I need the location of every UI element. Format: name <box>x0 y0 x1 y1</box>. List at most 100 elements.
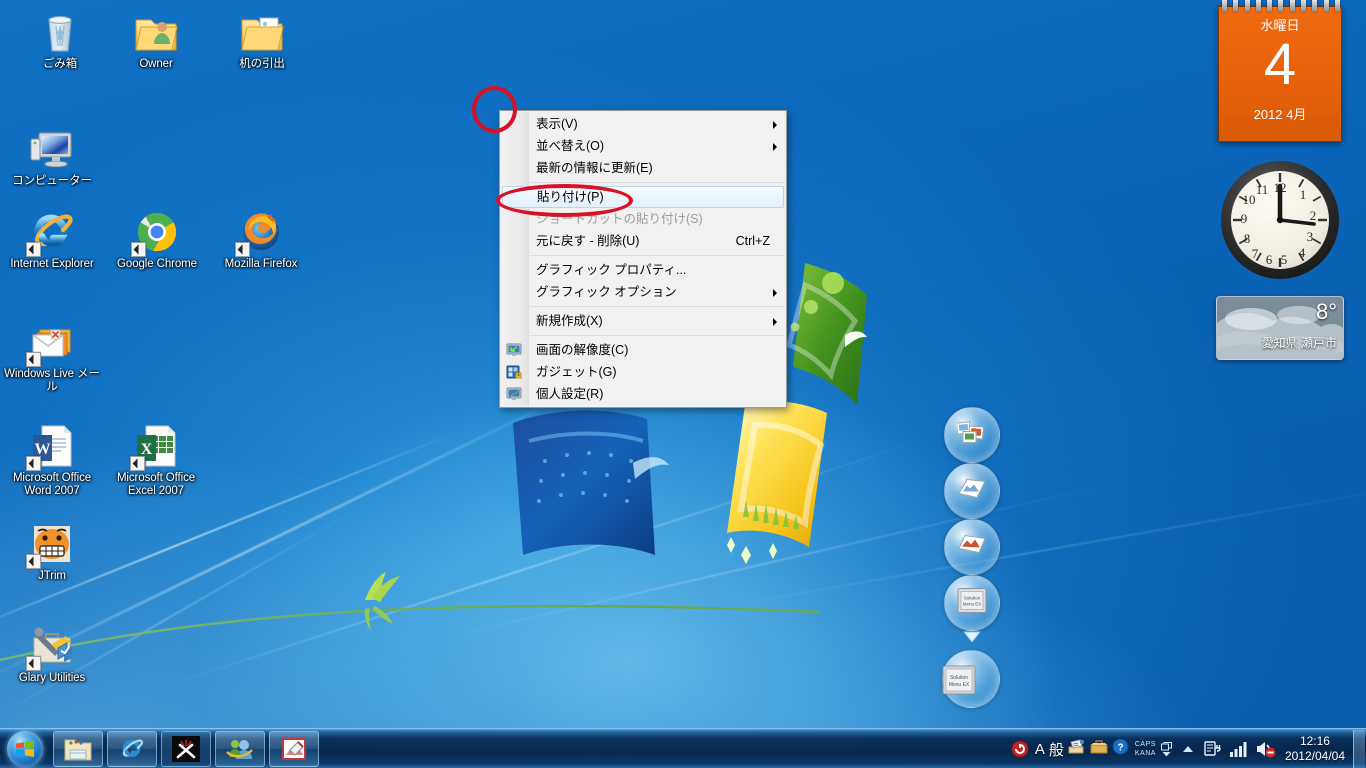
tray-volume-muted-icon[interactable] <box>1255 740 1276 758</box>
clock-time: 12:16 <box>1299 734 1330 748</box>
ime-pad-icon[interactable] <box>1068 738 1086 760</box>
svg-text:11: 11 <box>1256 182 1269 197</box>
ime-indicator[interactable]: A 般 ? CAPS KANA <box>1035 738 1172 760</box>
menu-item-undo-delete[interactable]: 元に戻す - 削除(U) Ctrl+Z <box>500 230 786 252</box>
glary-icon <box>26 622 76 671</box>
tray-network-icon[interactable] <box>1229 740 1249 758</box>
desktop-icon-glary-utilities[interactable]: Glary Utilities <box>0 622 104 685</box>
menu-item-new[interactable]: 新規作成(X) <box>500 310 786 332</box>
svg-text:7: 7 <box>1252 246 1259 261</box>
desktop-icon-computer[interactable]: コンピューター <box>0 125 104 188</box>
dock-item-solution-menu-ex[interactable]: Solution Menu EX <box>944 575 1000 631</box>
taskbar-button-explorer[interactable] <box>53 730 103 767</box>
desktop-icon-label: Internet Explorer <box>10 258 94 270</box>
folder-pictures-icon <box>238 8 286 56</box>
svg-text:2: 2 <box>1310 208 1317 223</box>
ie-icon <box>26 208 76 257</box>
desktop-icon-label: コンピューター <box>12 175 92 187</box>
dock-item-photo-print[interactable] <box>944 407 1000 463</box>
desktop-icon-label: Mozilla Firefox <box>224 258 298 270</box>
desktop-icon-word-2007[interactable]: W Microsoft Office Word 2007 <box>0 422 104 498</box>
menu-item-label: 個人設定(R) <box>536 387 604 401</box>
taskbar-button-ie[interactable] <box>107 730 157 767</box>
taskbar-button-messenger[interactable] <box>215 730 265 767</box>
svg-text:Menu EX: Menu EX <box>949 682 970 688</box>
menu-item-label: 表示(V) <box>536 117 578 131</box>
start-button[interactable] <box>1 730 49 768</box>
shortcut-overlay-icon <box>131 242 146 257</box>
menu-separator <box>530 255 784 256</box>
folder-user-icon <box>132 8 180 56</box>
menu-item-label: グラフィック プロパティ... <box>536 263 687 277</box>
dock-launcher-solution-menu-ex-icon[interactable]: Solution Menu EX <box>942 665 976 700</box>
ime-options[interactable] <box>1160 741 1172 757</box>
menu-item-shortcut: Ctrl+Z <box>735 234 770 248</box>
menu-item-screen-resolution[interactable]: 画面の解像度(C) <box>500 339 786 361</box>
windows-logo-icon <box>7 730 43 767</box>
calendar-month: 2012 4月 <box>1253 107 1307 122</box>
svg-text:Menu EX: Menu EX <box>963 602 982 607</box>
mail-icon <box>26 318 76 367</box>
desktop-icon-windows-live-mail[interactable]: Windows Live メール <box>0 318 104 394</box>
menu-separator <box>530 306 784 307</box>
menu-item-label: 元に戻す - 削除(U) <box>536 234 640 248</box>
image-edit-icon <box>282 737 306 760</box>
taskbar-button-imaging[interactable] <box>269 730 319 767</box>
menu-item-graphics-options[interactable]: グラフィック オプション <box>500 281 786 303</box>
desktop-context-menu[interactable]: 表示(V) 並べ替え(O) 最新の情報に更新(E) 貼り付け(P) ショートカッ… <box>499 110 787 408</box>
clock-gadget[interactable]: 1212 345 678 91011 <box>1218 158 1342 282</box>
calendar-gadget[interactable]: 水曜日 4 2012 4月 <box>1218 0 1342 142</box>
taskbar-button-x-app[interactable] <box>161 730 211 767</box>
show-hidden-icons-arrow[interactable] <box>1182 745 1194 753</box>
desktop-icon-desk-drawer[interactable]: 机の引出 <box>210 8 314 71</box>
menu-item-refresh[interactable]: 最新の情報に更新(E) <box>500 157 786 179</box>
computer-icon <box>28 125 76 173</box>
svg-text:Solution: Solution <box>950 675 968 681</box>
svg-text:3: 3 <box>1307 229 1314 244</box>
desktop-icon-jtrim[interactable]: JTrim <box>0 520 104 583</box>
dock-item-photo[interactable] <box>944 519 1000 575</box>
menu-item-graphics-properties[interactable]: グラフィック プロパティ... <box>500 259 786 281</box>
tray-power-icon[interactable] <box>1204 740 1223 759</box>
calendar-day: 4 <box>1263 32 1297 97</box>
photo-card-icon <box>958 534 986 561</box>
help-icon[interactable]: ? <box>1112 738 1129 760</box>
shortcut-overlay-icon <box>235 242 250 257</box>
taskbar: A 般 ? CAPS KANA 12:16 2012/04/04 <box>0 728 1366 768</box>
menu-item-gadgets[interactable]: ガジェット(G) <box>500 361 786 383</box>
desktop-icon-label: Glary Utilities <box>18 672 86 684</box>
weather-gadget[interactable]: 8° 愛知県 瀬戸市 <box>1216 296 1344 360</box>
menu-item-label: 最新の情報に更新(E) <box>536 161 653 175</box>
desktop-screen: ごみ箱 Owner 机の引出 コンピューター Internet Explorer… <box>0 0 1366 768</box>
dock-collapse-chevron-down-icon[interactable] <box>962 630 982 648</box>
desktop-icon-owner-folder[interactable]: Owner <box>104 8 208 71</box>
shortcut-overlay-icon <box>26 656 41 671</box>
menu-separator <box>530 182 784 183</box>
menu-separator <box>530 335 784 336</box>
taskbar-clock[interactable]: 12:16 2012/04/04 <box>1285 734 1345 764</box>
tray-security-icon[interactable] <box>1011 740 1029 758</box>
menu-item-label: 新規作成(X) <box>536 314 603 328</box>
show-desktop-button[interactable] <box>1353 730 1365 768</box>
svg-text:?: ? <box>1117 743 1123 754</box>
menu-item-personalize[interactable]: 個人設定(R) <box>500 383 786 405</box>
gadgets-icon <box>506 364 522 380</box>
menu-item-view[interactable]: 表示(V) <box>500 113 786 135</box>
dock-item-scan[interactable] <box>944 463 1000 519</box>
desktop-icon-internet-explorer[interactable]: Internet Explorer <box>0 208 104 271</box>
desktop-icon-excel-2007[interactable]: X Microsoft Office Excel 2007 <box>104 422 208 498</box>
desktop-icon-recycle-bin[interactable]: ごみ箱 <box>8 8 112 71</box>
desktop-icon-mozilla-firefox[interactable]: Mozilla Firefox <box>209 208 313 271</box>
word-icon: W <box>26 422 76 471</box>
menu-item-paste[interactable]: 貼り付け(P) <box>502 186 784 208</box>
menu-item-sort-by[interactable]: 並べ替え(O) <box>500 135 786 157</box>
menu-item-paste-shortcut: ショートカットの貼り付け(S) <box>500 208 786 230</box>
desktop-icon-google-chrome[interactable]: Google Chrome <box>105 208 209 271</box>
svg-text:Solution: Solution <box>964 596 981 601</box>
menu-item-label: グラフィック オプション <box>536 285 677 299</box>
ime-toolbox-icon[interactable] <box>1090 739 1108 760</box>
menu-item-label: 並べ替え(O) <box>536 139 605 153</box>
ime-keyboard-state: CAPS KANA <box>1135 740 1156 758</box>
wallpaper-stem-decoration <box>0 572 820 662</box>
desktop-icon-label: 机の引出 <box>239 58 285 70</box>
